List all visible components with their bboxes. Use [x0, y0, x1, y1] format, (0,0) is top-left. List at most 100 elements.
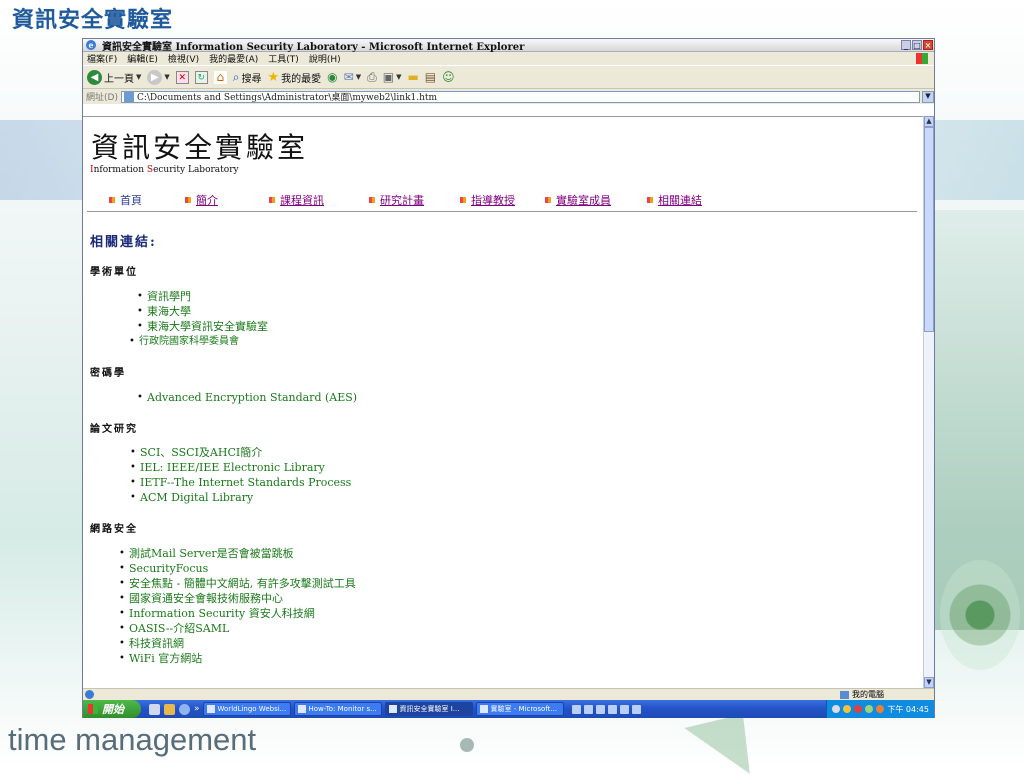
tray-icon[interactable] [854, 705, 863, 713]
list-item[interactable]: 科技資訊網 [119, 636, 356, 651]
print-button[interactable]: ⎙ [367, 70, 377, 85]
tool-icon[interactable] [595, 704, 605, 714]
menu-edit[interactable]: 編輯(E) [127, 52, 158, 65]
search-label: 搜尋 [241, 73, 262, 85]
menu-file[interactable]: 檔案(F) [87, 52, 117, 65]
list-item[interactable]: IETF--The Internet Standards Process [130, 475, 351, 490]
nav-links[interactable]: 相關連結 [647, 192, 702, 208]
bullet-icon [269, 197, 275, 203]
windows-flag-icon [88, 704, 98, 714]
tray-icon[interactable] [865, 705, 874, 713]
nav-home[interactable]: 首頁 [109, 192, 185, 208]
folder-button[interactable]: ▬ [407, 70, 418, 84]
tool-icon[interactable] [583, 704, 593, 714]
nav-research[interactable]: 研究計畫 [369, 192, 460, 208]
history-button[interactable]: ◉ [327, 70, 337, 84]
folder-icon[interactable] [164, 703, 175, 715]
favorites-button[interactable]: ★ 我的最愛 [268, 70, 322, 85]
status-bar: 我的電腦 [83, 688, 934, 700]
list-item[interactable]: OASIS--介紹SAML [119, 621, 356, 636]
list-item[interactable]: WiFi 官方網站 [119, 651, 356, 666]
nav-intro[interactable]: 簡介 [185, 192, 269, 208]
slide-footer: time management [8, 722, 257, 757]
taskbar-tool-icons [571, 704, 641, 714]
ie-icon [297, 705, 306, 713]
menu-help[interactable]: 說明(H) [309, 52, 341, 65]
mail-button[interactable]: ✉ ▼ [344, 70, 361, 84]
tray-icon[interactable] [843, 705, 852, 713]
maximize-button[interactable]: □ [912, 40, 922, 50]
bullet-icon [647, 197, 653, 203]
forward-button[interactable]: ▶ ▼ [147, 69, 170, 85]
chevron-right-icon[interactable]: » [194, 704, 200, 715]
start-button[interactable]: 開始 [83, 700, 141, 718]
scroll-up-button[interactable]: ▲ [924, 116, 934, 127]
chevron-down-icon: ▼ [164, 73, 170, 81]
page-content: 資訊安全實驗室 Information Security Laboratory … [83, 116, 923, 688]
menu-favorites[interactable]: 我的最愛(A) [209, 52, 258, 65]
nav-advisor[interactable]: 指導教授 [460, 192, 545, 208]
list-item[interactable]: ACM Digital Library [130, 490, 351, 505]
tool-icon[interactable] [631, 704, 641, 714]
taskbar-button[interactable]: 實驗室 - Microsoft... [475, 702, 564, 716]
refresh-button[interactable]: ↻ [194, 70, 208, 84]
ie-icon: e [86, 40, 96, 50]
nav-courses[interactable]: 課程資訊 [269, 192, 369, 208]
list-item[interactable]: Advanced Encryption Standard (AES) [137, 390, 357, 405]
category-heading: 密碼學 [90, 368, 126, 379]
list-item[interactable]: 東海大學 [137, 304, 268, 319]
taskbar-button[interactable]: WorldLingo Websi... [202, 702, 291, 716]
tray-icon[interactable] [876, 705, 885, 713]
menubar: 檔案(F) 編輯(E) 檢視(V) 我的最愛(A) 工具(T) 說明(H) [83, 52, 934, 65]
address-value: C:\Documents and Settings\Administrator\… [136, 93, 438, 103]
nav-members[interactable]: 實驗室成員 [545, 192, 647, 208]
link-list: Advanced Encryption Standard (AES) [137, 390, 357, 405]
bullet-icon [185, 197, 191, 203]
desktop-icon[interactable] [149, 703, 160, 715]
list-item[interactable]: SCI、SSCI及AHCI簡介 [130, 445, 351, 460]
mail-icon: ✉ [343, 70, 354, 84]
vertical-scrollbar[interactable]: ▲ ▼ [923, 116, 934, 688]
window-titlebar[interactable]: e 資訊安全實驗室 Information Security Laborator… [83, 39, 934, 53]
category-heading: 論文研究 [90, 424, 138, 435]
home-button[interactable]: ⌂ [213, 70, 227, 84]
browser-icon[interactable] [179, 703, 190, 715]
list-item[interactable]: 東海大學資訊安全實驗室 [137, 319, 268, 334]
search-button[interactable]: ⌕ 搜尋 [233, 70, 262, 85]
chevron-down-icon: ▼ [136, 73, 142, 81]
messenger-button[interactable]: ☺ [442, 70, 455, 84]
list-item[interactable]: 測試Mail Server是否會被當跳板 [119, 546, 356, 561]
stop-button[interactable]: ✕ [175, 70, 189, 84]
list-item[interactable]: 安全焦點 - 簡體中文網站, 有許多攻擊測試工具 [119, 576, 356, 591]
list-item[interactable]: IEL: IEEE/IEE Electronic Library [130, 460, 351, 475]
close-button[interactable]: × [923, 40, 933, 50]
list-item[interactable]: 行政院國家科學委員會 [129, 334, 268, 349]
windows-logo-icon [916, 53, 928, 64]
research-button[interactable]: ▤ [425, 70, 436, 84]
list-item[interactable]: 國家資通安全會報技術服務中心 [119, 591, 356, 606]
menu-tools[interactable]: 工具(T) [268, 52, 299, 65]
tool-icon[interactable] [607, 704, 617, 714]
list-item[interactable]: Information Security 資安人科技網 [119, 606, 356, 621]
search-icon: ⌕ [232, 69, 240, 84]
scroll-down-button[interactable]: ▼ [924, 677, 934, 688]
window-title: 資訊安全實驗室 Information Security Laboratory … [102, 41, 525, 53]
list-item[interactable]: SecurityFocus [119, 561, 356, 576]
tool-icon[interactable] [619, 704, 629, 714]
scroll-thumb[interactable] [924, 127, 934, 332]
edit-button[interactable]: ▣ ▼ [383, 70, 402, 84]
address-input[interactable]: C:\Documents and Settings\Administrator\… [120, 90, 920, 103]
taskbar-button[interactable]: 資訊安全實驗室 I... [384, 702, 473, 716]
taskbar-button[interactable]: How-To: Monitor s... [293, 702, 382, 716]
menu-view[interactable]: 檢視(V) [168, 52, 199, 65]
list-item[interactable]: 資訊學門 [137, 289, 268, 304]
bullet-icon [109, 197, 115, 203]
category-heading: 網路安全 [90, 524, 138, 535]
minimize-button[interactable]: _ [901, 40, 911, 50]
tool-icon[interactable] [571, 704, 581, 714]
tray-expand-icon[interactable] [832, 705, 841, 713]
back-button[interactable]: ◀ 上一頁 ▼ [87, 69, 142, 85]
chevron-down-icon: ▼ [396, 73, 402, 81]
address-dropdown-button[interactable]: ▼ [922, 90, 934, 103]
clock-decoration-icon [940, 560, 1020, 670]
